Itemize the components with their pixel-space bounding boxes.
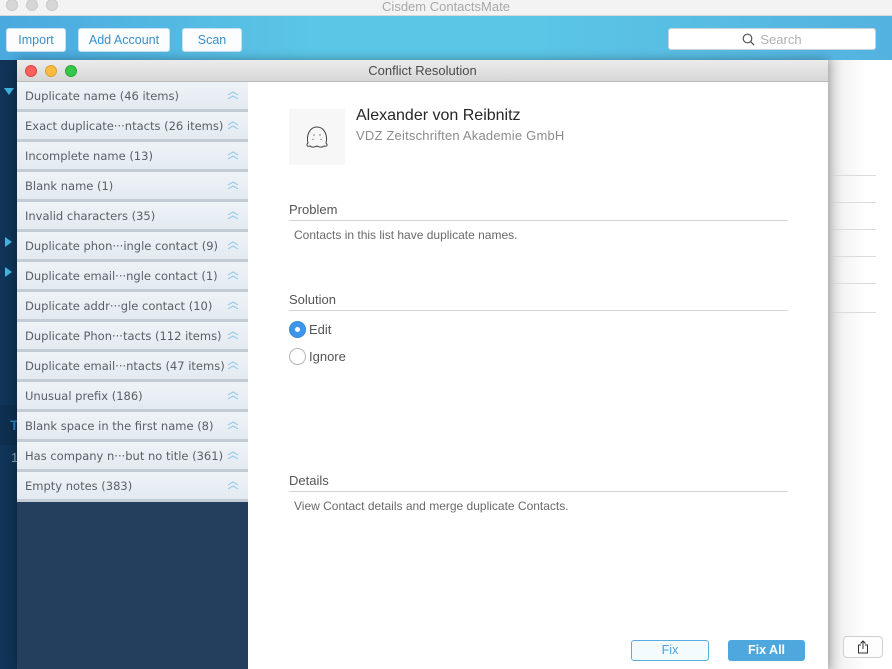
app-sidebar: T 1 <box>0 60 19 669</box>
radio-button-ignore[interactable] <box>289 348 306 365</box>
issue-list-item[interactable]: Has company n···but no title (361) <box>17 442 248 472</box>
issue-list-item[interactable]: Blank name (1) <box>17 172 248 202</box>
list-row-divider <box>827 283 876 284</box>
double-chevron-up-icon[interactable] <box>227 300 239 310</box>
search-input[interactable]: Search <box>668 28 876 50</box>
list-row-divider <box>827 229 876 230</box>
details-heading: Details <box>289 473 788 492</box>
collapse-triangle-icon[interactable] <box>5 267 12 277</box>
share-button[interactable] <box>843 636 883 658</box>
double-chevron-up-icon[interactable] <box>227 90 239 100</box>
expand-triangle-icon[interactable] <box>4 88 14 95</box>
radio-button-edit[interactable] <box>289 321 306 338</box>
issue-label: Duplicate addr···gle contact (10) <box>25 298 213 313</box>
issue-label: Unusual prefix (186) <box>25 388 143 403</box>
list-row-divider <box>827 312 876 313</box>
issue-label: Duplicate Phon···tacts (112 items) <box>25 328 222 343</box>
issue-label: Blank space in the first name (8) <box>25 418 214 433</box>
conflict-resolution-window: Conflict Resolution Duplicate name (46 i… <box>17 60 828 669</box>
contact-name: Alexander von Reibnitz <box>356 107 521 124</box>
issue-list-item[interactable]: Empty notes (383) <box>17 472 248 502</box>
list-row-divider <box>827 256 876 257</box>
problem-text: Contacts in this list have duplicate nam… <box>294 228 518 242</box>
double-chevron-up-icon[interactable] <box>227 240 239 250</box>
problem-heading: Problem <box>289 202 788 221</box>
issue-label: Incomplete name (13) <box>25 148 153 163</box>
fix-button[interactable]: Fix <box>631 640 709 661</box>
issue-list-item[interactable]: Duplicate addr···gle contact (10) <box>17 292 248 322</box>
double-chevron-up-icon[interactable] <box>227 360 239 370</box>
issue-label: Has company n···but no title (361) <box>25 448 224 463</box>
solution-option-ignore[interactable]: Ignore <box>289 348 346 365</box>
issue-label: Duplicate name (46 items) <box>25 88 179 103</box>
solution-option-edit[interactable]: Edit <box>289 321 331 338</box>
issue-list-item[interactable]: Blank space in the first name (8) <box>17 412 248 442</box>
app-contact-list-edge <box>827 60 892 669</box>
issue-label: Duplicate phon···ingle contact (9) <box>25 238 219 253</box>
contact-company: VDZ Zeitschriften Akademie GmbH <box>356 128 565 143</box>
detail-pane: Alexander von Reibnitz VDZ Zeitschriften… <box>248 82 828 669</box>
issues-list: Duplicate name (46 items) Exact duplicate… <box>17 82 248 669</box>
app-title: Cisdem ContactsMate <box>382 0 510 14</box>
search-icon <box>742 33 755 45</box>
dialog-title: Conflict Resolution <box>368 63 477 78</box>
issue-label: Duplicate email···ngle contact (1) <box>25 268 218 283</box>
issue-list-item[interactable]: Exact duplicate···ntacts (26 items) <box>17 112 248 142</box>
app-titlebar: Cisdem ContactsMate <box>0 0 892 16</box>
double-chevron-up-icon[interactable] <box>227 330 239 340</box>
issue-label: Blank name (1) <box>25 178 114 193</box>
scan-button[interactable]: Scan <box>182 28 242 52</box>
double-chevron-up-icon[interactable] <box>227 180 239 190</box>
issue-list-item[interactable]: Duplicate email···ngle contact (1) <box>17 262 248 292</box>
issue-list-item[interactable]: Incomplete name (13) <box>17 142 248 172</box>
issue-label: Invalid characters (35) <box>25 208 156 223</box>
double-chevron-up-icon[interactable] <box>227 420 239 430</box>
share-icon <box>858 640 868 654</box>
issue-list-item[interactable]: Invalid characters (35) <box>17 202 248 232</box>
details-text: View Contact details and merge duplicate… <box>294 499 569 513</box>
double-chevron-up-icon[interactable] <box>227 480 239 490</box>
issue-list-item[interactable]: Duplicate Phon···tacts (112 items) <box>17 322 248 352</box>
double-chevron-up-icon[interactable] <box>227 210 239 220</box>
double-chevron-up-icon[interactable] <box>227 450 239 460</box>
double-chevron-up-icon[interactable] <box>227 150 239 160</box>
solution-heading: Solution <box>289 292 788 311</box>
collapse-triangle-icon[interactable] <box>5 237 12 247</box>
import-button[interactable]: Import <box>6 28 66 52</box>
issue-list-item[interactable]: Duplicate email···ntacts (47 items) <box>17 352 248 382</box>
dialog-titlebar: Conflict Resolution <box>17 60 828 82</box>
double-chevron-up-icon[interactable] <box>227 270 239 280</box>
issue-list-item[interactable]: Unusual prefix (186) <box>17 382 248 412</box>
radio-label-edit: Edit <box>309 322 332 337</box>
radio-label-ignore: Ignore <box>309 349 346 364</box>
issue-list-item[interactable]: Duplicate phon···ingle contact (9) <box>17 232 248 262</box>
fix-all-button[interactable]: Fix All <box>728 640 805 661</box>
list-row-divider <box>827 175 876 176</box>
issue-list-item[interactable]: Duplicate name (46 items) <box>17 82 248 112</box>
issue-label: Duplicate email···ntacts (47 items) <box>25 358 225 373</box>
add-account-button[interactable]: Add Account <box>78 28 170 52</box>
ghost-avatar-icon <box>306 126 328 148</box>
double-chevron-up-icon[interactable] <box>227 390 239 400</box>
search-placeholder: Search <box>760 31 802 47</box>
issue-label: Exact duplicate···ntacts (26 items) <box>25 118 224 133</box>
avatar <box>289 109 345 165</box>
list-row-divider <box>827 202 876 203</box>
double-chevron-up-icon[interactable] <box>227 120 239 130</box>
app-toolbar: Import Add Account Scan Search <box>0 16 892 60</box>
issue-label: Empty notes (383) <box>25 478 133 493</box>
